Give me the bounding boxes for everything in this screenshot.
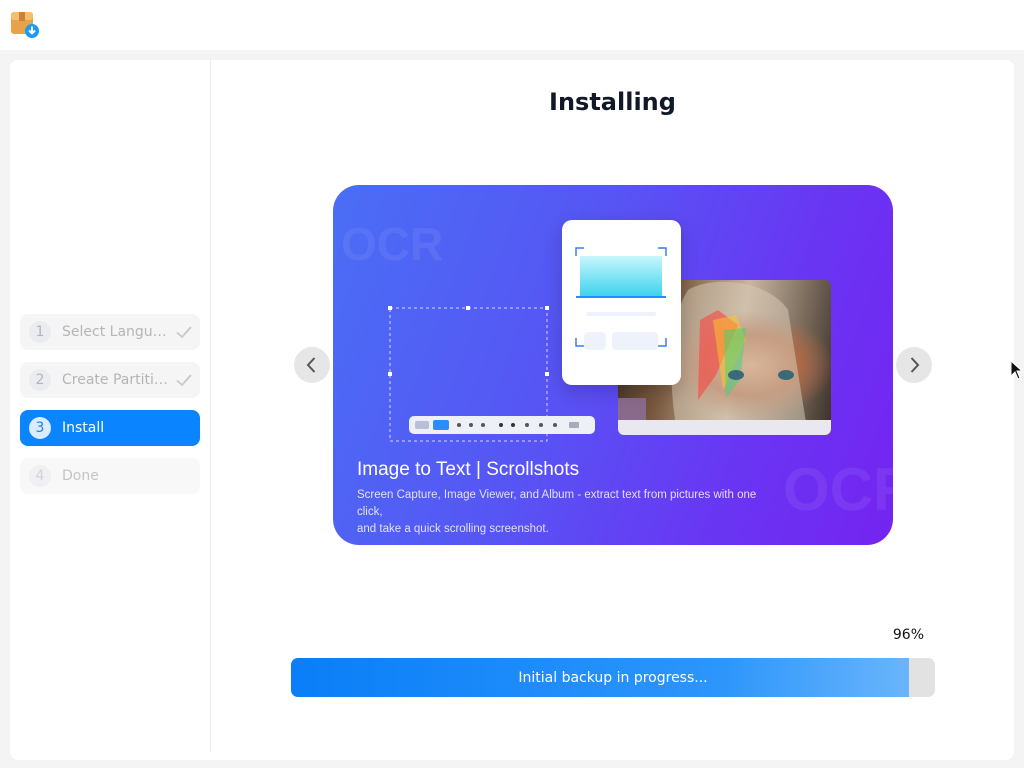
package-installer-icon [11, 12, 39, 38]
progress-percent: 96% [892, 627, 924, 643]
mouse-cursor-icon [1010, 360, 1024, 380]
step-label: Install [62, 420, 105, 436]
checkmark-icon [176, 326, 192, 339]
next-slide-button[interactable] [896, 347, 932, 383]
step-select-language: 1 Select Language [20, 314, 200, 350]
feature-slide: OCR OCR [333, 185, 893, 545]
title-bar [0, 0, 1024, 50]
slide-title: Image to Text | Scrollshots [357, 459, 580, 480]
screenshot-toolbar-illustration [409, 416, 595, 434]
page-title: Installing [549, 88, 676, 116]
slide-watermark: OCR [783, 456, 893, 523]
installer-window: 1 Select Language 2 Create Partitions 3 … [10, 60, 1014, 760]
chevron-right-icon [910, 357, 920, 373]
slide-watermark: OCR [341, 218, 444, 270]
chevron-left-icon [306, 357, 316, 373]
progress-status: Initial backup in progress... [518, 669, 708, 686]
step-number: 4 [29, 465, 51, 487]
slide-description-line: and take a quick scrolling screenshot. [357, 523, 549, 535]
slide-description: Screen Capture, Image Viewer, and Album … [357, 487, 777, 538]
ocr-document-illustration [562, 220, 681, 385]
step-number: 3 [29, 417, 51, 439]
previous-slide-button[interactable] [294, 347, 330, 383]
step-label: Create Partitions [62, 372, 170, 388]
step-done: 4 Done [20, 458, 200, 494]
slide-description-line: Screen Capture, Image Viewer, and Album … [357, 489, 757, 518]
install-progress-bar: Initial backup in progress... [291, 658, 935, 697]
checkmark-icon [176, 374, 192, 387]
step-number: 2 [29, 369, 51, 391]
step-install: 3 Install [20, 410, 200, 446]
step-number: 1 [29, 321, 51, 343]
steps-sidebar: 1 Select Language 2 Create Partitions 3 … [10, 60, 211, 752]
step-label: Select Language [62, 324, 170, 340]
step-create-partitions: 2 Create Partitions [20, 362, 200, 398]
step-label: Done [62, 468, 99, 484]
